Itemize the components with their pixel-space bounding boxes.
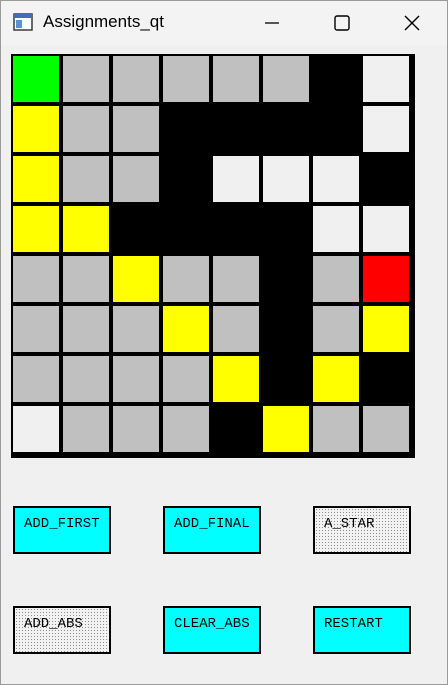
- grid-cell-open[interactable]: [361, 204, 411, 254]
- grid-cell-wall[interactable]: [211, 104, 261, 154]
- grid-cell-open[interactable]: [361, 54, 411, 104]
- grid-cell-free[interactable]: [311, 404, 361, 454]
- add-abs-button[interactable]: ADD_ABS: [13, 606, 111, 654]
- grid-cell-path[interactable]: [361, 304, 411, 354]
- grid-cell-wall[interactable]: [361, 354, 411, 404]
- add-final-button[interactable]: ADD_FINAL: [163, 506, 261, 554]
- grid-cell-free[interactable]: [211, 54, 261, 104]
- grid-cell-free[interactable]: [61, 304, 111, 354]
- window-title: Assignments_qt: [43, 12, 164, 31]
- restart-button[interactable]: RESTART: [313, 606, 411, 654]
- grid-cell-wall[interactable]: [261, 354, 311, 404]
- grid-cell-free[interactable]: [111, 354, 161, 404]
- grid-cell-free[interactable]: [111, 154, 161, 204]
- grid-cell-open[interactable]: [211, 154, 261, 204]
- a-star-button[interactable]: A_STAR: [313, 506, 411, 554]
- grid-cell-free[interactable]: [111, 104, 161, 154]
- grid-cell-wall[interactable]: [211, 204, 261, 254]
- clear-abs-button[interactable]: CLEAR_ABS: [163, 606, 261, 654]
- grid-cell-open[interactable]: [311, 154, 361, 204]
- grid-cell-open[interactable]: [361, 104, 411, 154]
- grid-cell-open[interactable]: [311, 204, 361, 254]
- app-window: Assignments_qt ADD_FIRST ADD_FINAL A_STA…: [0, 0, 448, 685]
- grid-cell-free[interactable]: [161, 254, 211, 304]
- grid-cell-path[interactable]: [11, 104, 61, 154]
- grid-cell-free[interactable]: [111, 404, 161, 454]
- grid-cell-wall[interactable]: [311, 54, 361, 104]
- grid-cell-free[interactable]: [161, 404, 211, 454]
- grid-cell-free[interactable]: [61, 154, 111, 204]
- grid-cell-path[interactable]: [11, 204, 61, 254]
- app-icon: [13, 13, 33, 31]
- grid-cell-free[interactable]: [11, 354, 61, 404]
- grid-cell-free[interactable]: [61, 54, 111, 104]
- title-bar[interactable]: Assignments_qt: [1, 1, 447, 45]
- grid-cell-wall[interactable]: [361, 154, 411, 204]
- minimize-button[interactable]: [237, 1, 307, 45]
- grid-cell-path[interactable]: [261, 404, 311, 454]
- grid-cell-free[interactable]: [11, 254, 61, 304]
- grid-cell-free[interactable]: [211, 254, 261, 304]
- grid-cell-wall[interactable]: [161, 154, 211, 204]
- grid-cell-path[interactable]: [161, 304, 211, 354]
- grid-cell-free[interactable]: [311, 254, 361, 304]
- grid-cell-open[interactable]: [261, 154, 311, 204]
- grid-cell-open[interactable]: [11, 404, 61, 454]
- grid-cell-free[interactable]: [161, 354, 211, 404]
- grid-cell-path[interactable]: [111, 254, 161, 304]
- minimize-icon: [265, 22, 279, 24]
- pathfinding-grid[interactable]: [11, 54, 415, 458]
- grid-cell-path[interactable]: [211, 354, 261, 404]
- grid-cell-wall[interactable]: [261, 304, 311, 354]
- grid-cell-wall[interactable]: [111, 204, 161, 254]
- grid-cell-wall[interactable]: [161, 204, 211, 254]
- grid-cell-path[interactable]: [311, 354, 361, 404]
- grid-cell-free[interactable]: [61, 104, 111, 154]
- grid-cell-free[interactable]: [161, 54, 211, 104]
- grid-cell-wall[interactable]: [311, 104, 361, 154]
- grid-cell-free[interactable]: [261, 54, 311, 104]
- grid-cell-path[interactable]: [61, 204, 111, 254]
- add-first-button[interactable]: ADD_FIRST: [13, 506, 111, 554]
- grid-cell-free[interactable]: [111, 304, 161, 354]
- maximize-button[interactable]: [307, 1, 377, 45]
- grid-cell-path[interactable]: [11, 154, 61, 204]
- grid-cell-free[interactable]: [61, 404, 111, 454]
- maximize-icon: [334, 15, 350, 31]
- grid-cell-free[interactable]: [111, 54, 161, 104]
- grid-cell-free[interactable]: [61, 254, 111, 304]
- grid-cell-wall[interactable]: [261, 204, 311, 254]
- grid-cell-free[interactable]: [361, 404, 411, 454]
- close-icon: [404, 15, 420, 31]
- close-button[interactable]: [377, 1, 447, 45]
- grid-cell-free[interactable]: [211, 304, 261, 354]
- grid-cell-free[interactable]: [61, 354, 111, 404]
- grid-cell-free[interactable]: [311, 304, 361, 354]
- grid-cell-goal[interactable]: [361, 254, 411, 304]
- grid-cell-wall[interactable]: [261, 104, 311, 154]
- grid-cell-wall[interactable]: [161, 104, 211, 154]
- grid-cell-wall[interactable]: [211, 404, 261, 454]
- grid-cell-start[interactable]: [11, 54, 61, 104]
- grid-cell-free[interactable]: [11, 304, 61, 354]
- grid-cell-wall[interactable]: [261, 254, 311, 304]
